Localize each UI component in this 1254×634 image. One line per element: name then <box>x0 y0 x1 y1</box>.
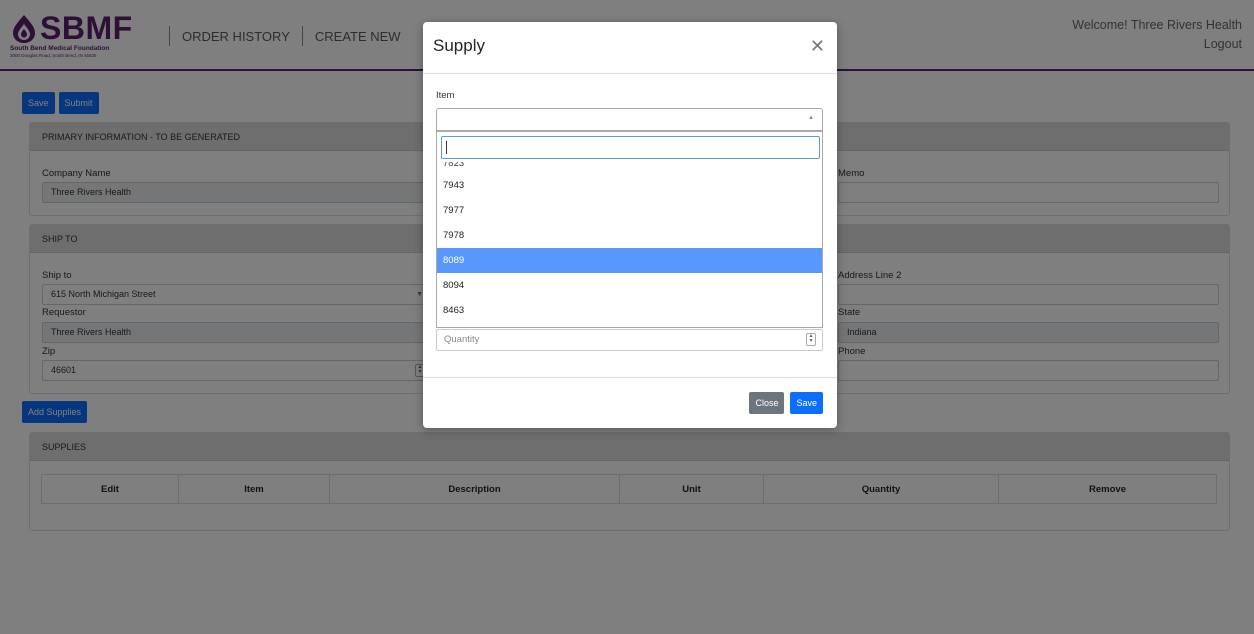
close-icon[interactable]: ✕ <box>810 36 825 57</box>
item-option[interactable]: 7977 <box>437 198 822 223</box>
item-option[interactable]: 7943 <box>437 173 822 198</box>
item-options-list: 7823 7943 7977 7978 8089 8094 8463 <box>437 162 822 327</box>
caret-up-icon: ▲ <box>808 115 814 121</box>
modal-header-divider <box>423 73 837 74</box>
item-option-highlighted[interactable]: 8089 <box>437 248 822 273</box>
modal-title: Supply <box>433 36 485 55</box>
quantity-input[interactable]: Quantity ▴ ▾ <box>436 329 823 351</box>
item-label: Item <box>436 90 455 101</box>
modal-actions: Close Save <box>749 392 823 414</box>
text-cursor <box>446 141 447 154</box>
item-option[interactable]: 7978 <box>437 223 822 248</box>
close-button[interactable]: Close <box>749 392 785 414</box>
stepper-icon[interactable]: ▴▾ <box>806 333 816 346</box>
item-search-input[interactable] <box>441 136 820 159</box>
item-option[interactable]: 7823 <box>437 162 822 173</box>
item-option[interactable]: 8094 <box>437 273 822 298</box>
modal-save-button[interactable]: Save <box>790 392 823 414</box>
modal-footer-divider <box>423 377 837 378</box>
item-dropdown: 7823 7943 7977 7978 8089 8094 8463 <box>436 131 823 328</box>
item-select[interactable]: ▲ <box>436 108 823 131</box>
quantity-placeholder: Quantity <box>444 334 480 345</box>
item-option[interactable]: 8463 <box>437 298 822 323</box>
supply-modal: Supply ✕ Item ▲ 7823 7943 7977 7978 8089… <box>423 22 837 428</box>
